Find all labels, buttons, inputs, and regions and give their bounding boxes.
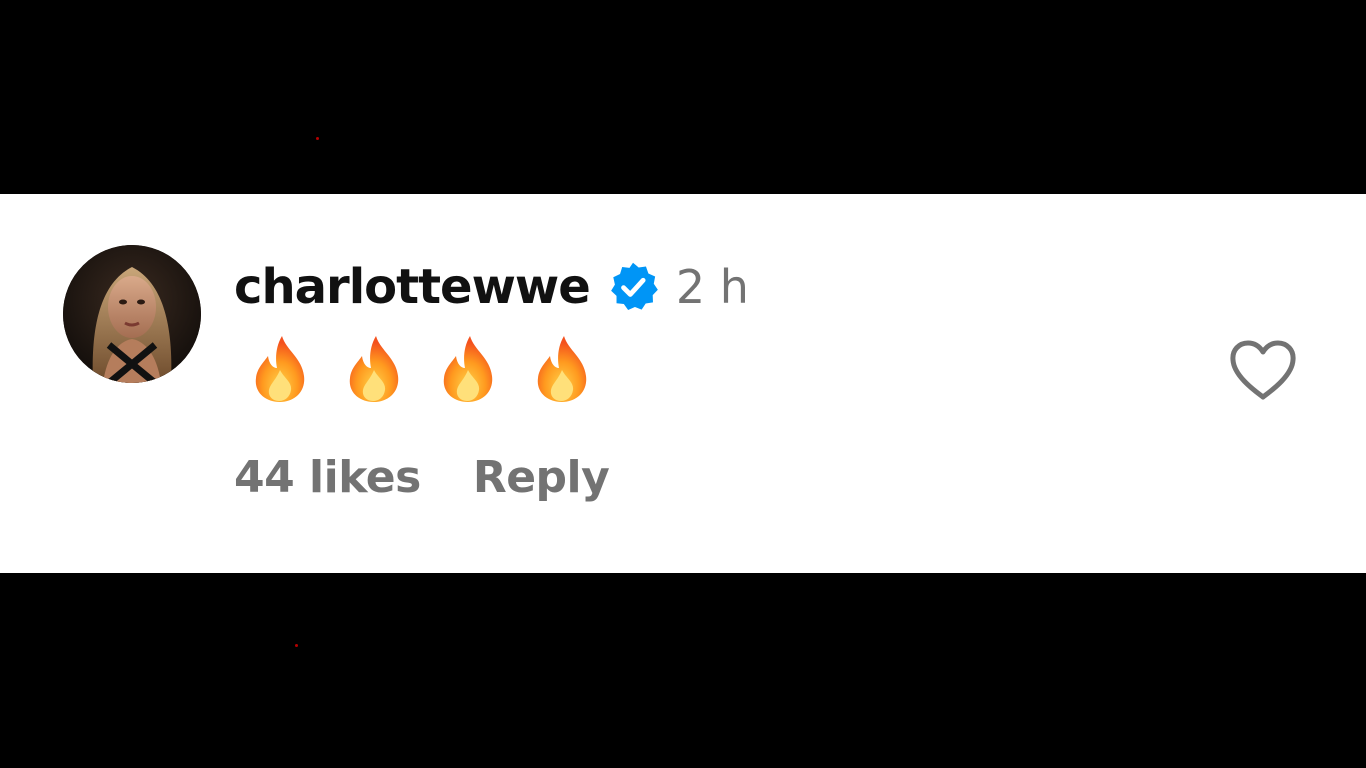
- avatar-image: [63, 245, 201, 383]
- comment-header: charlottewwe 2 h: [234, 256, 749, 318]
- comment-actions: 44 likes Reply: [234, 452, 610, 503]
- verified-badge-icon: [606, 260, 660, 314]
- heart-outline-icon: [1230, 340, 1296, 400]
- red-speck: [316, 137, 319, 140]
- top-black-band: [0, 0, 1366, 194]
- username-link[interactable]: charlottewwe: [234, 259, 591, 315]
- likes-count-link[interactable]: 44 likes: [234, 452, 421, 503]
- reply-button[interactable]: Reply: [473, 452, 610, 503]
- comment-timestamp[interactable]: 2 h: [676, 260, 749, 314]
- bottom-black-band: [0, 573, 1366, 768]
- red-speck: [295, 644, 298, 647]
- screenshot-frame: charlottewwe 2 h 44 likes Reply: [0, 0, 1366, 768]
- fire-emoji-icon: [436, 334, 500, 404]
- fire-emoji-icon: [342, 334, 406, 404]
- like-button[interactable]: [1228, 339, 1298, 403]
- comment-text: [248, 332, 624, 406]
- avatar[interactable]: [63, 245, 201, 383]
- fire-emoji-icon: [530, 334, 594, 404]
- comment-card: charlottewwe 2 h 44 likes Reply: [0, 194, 1366, 573]
- fire-emoji-icon: [248, 334, 312, 404]
